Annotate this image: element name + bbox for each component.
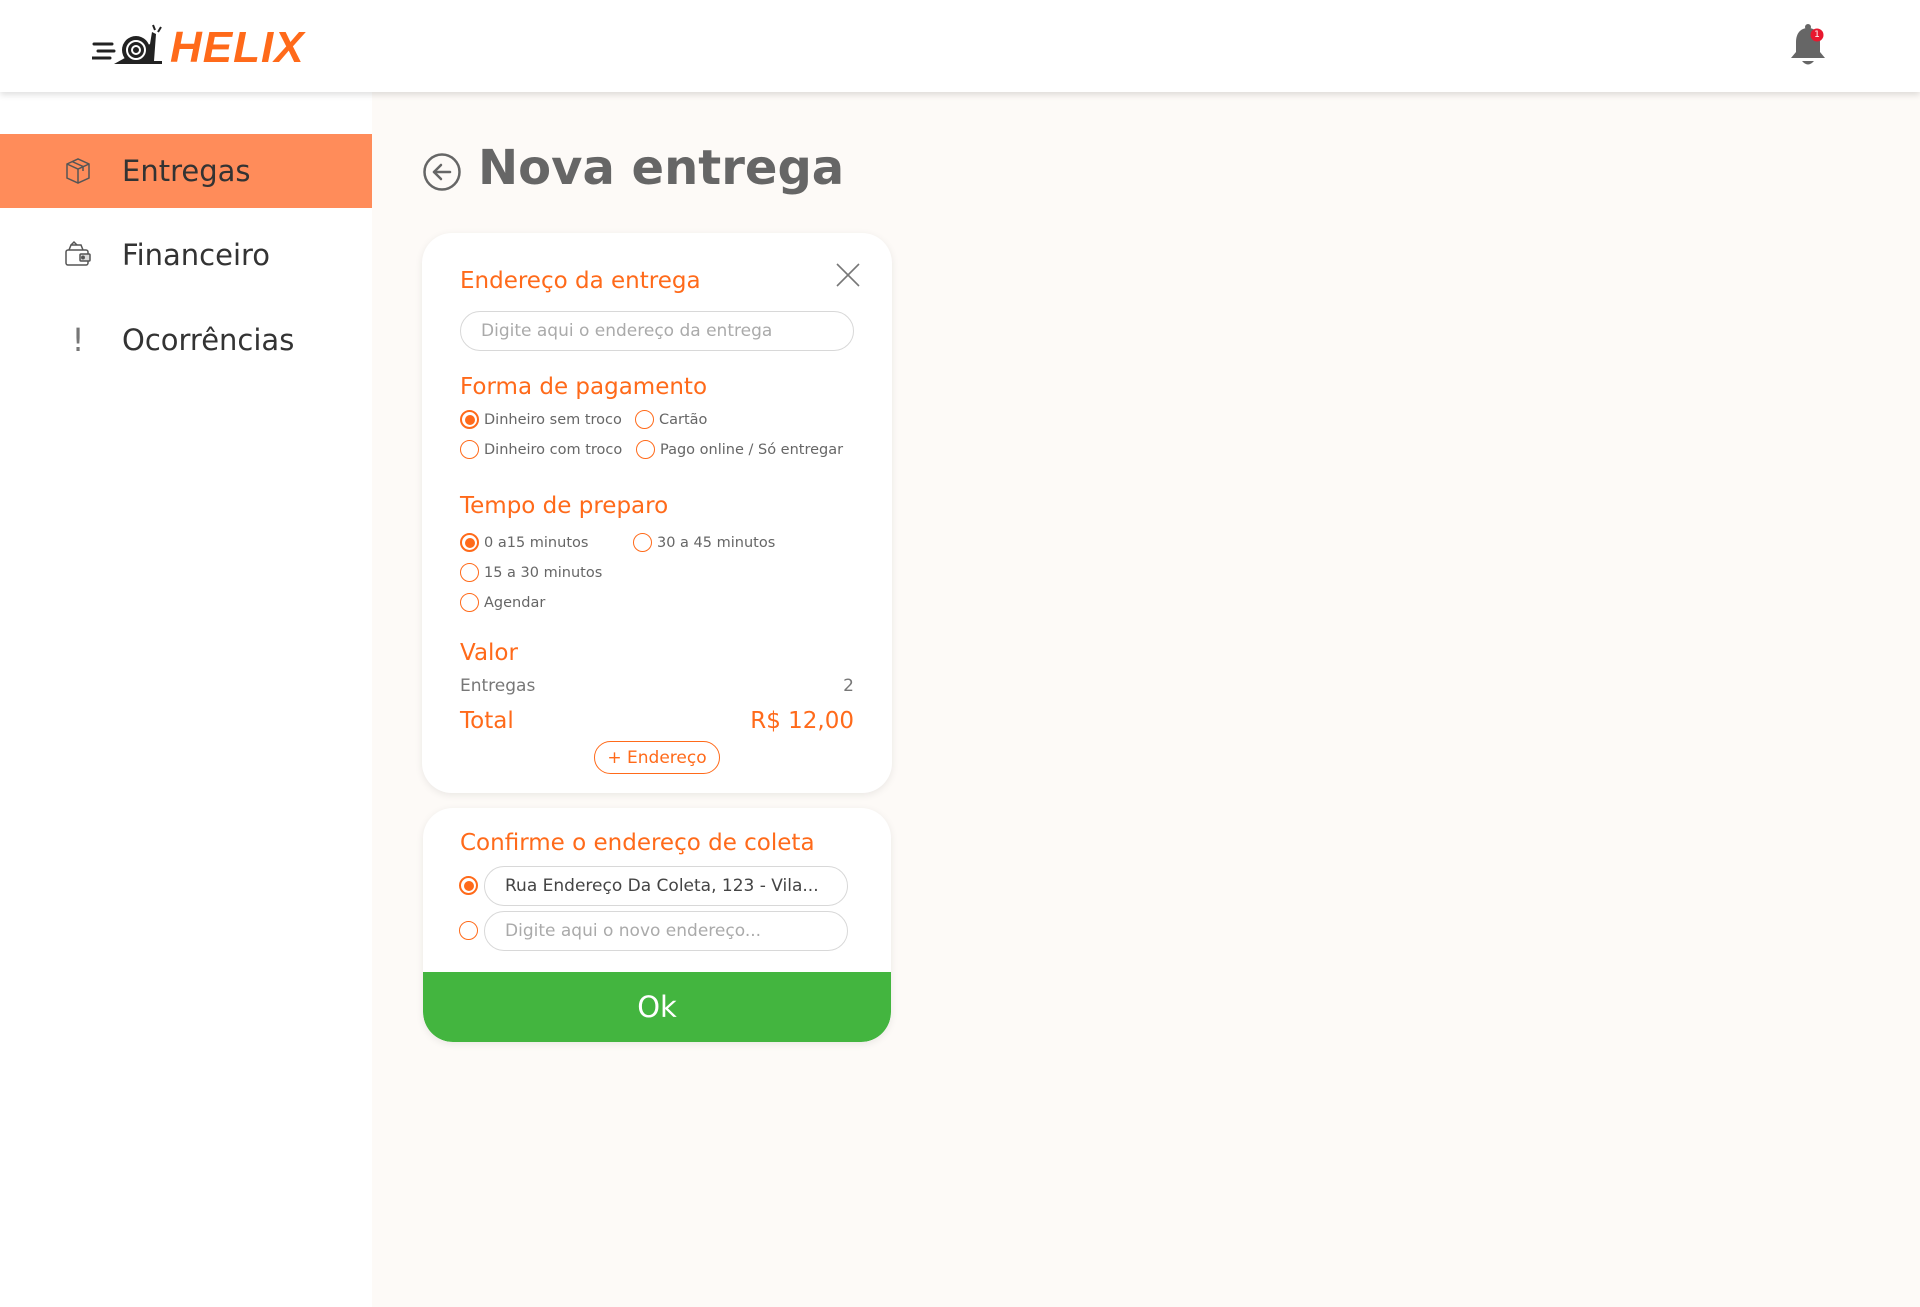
add-address-button[interactable]: + Endereço — [594, 741, 720, 774]
radio-button[interactable] — [633, 533, 652, 552]
sidebar-item-label: Ocorrências — [122, 323, 295, 357]
top-bar: HELIX 1 — [0, 0, 1920, 92]
address-section-title: Endereço da entrega — [460, 268, 701, 294]
radio-button[interactable] — [635, 410, 654, 429]
package-icon — [62, 155, 94, 187]
total-value: R$ 12,00 — [750, 708, 854, 734]
pickup-address-input[interactable] — [484, 866, 848, 906]
radio-label: 30 a 45 minutos — [657, 534, 776, 551]
pickup-section-title: Confirme o endereço de coleta — [460, 830, 815, 856]
radio-button[interactable] — [460, 410, 479, 429]
radio-label: 0 a15 minutos — [484, 534, 589, 551]
pickup-option-current[interactable] — [459, 876, 478, 895]
radio-label: Agendar — [484, 594, 546, 611]
radio-label: Pago online / Só entregar — [660, 441, 844, 458]
radio-label: Cartão — [659, 411, 708, 428]
sidebar-item-entregas[interactable]: Entregas — [0, 134, 372, 208]
delivery-form-card: Endereço da entrega Forma de pagamento D… — [422, 233, 892, 793]
pickup-option-new[interactable] — [459, 921, 478, 940]
close-icon — [836, 263, 860, 287]
snail-icon — [92, 24, 162, 64]
arrow-left-circle-icon — [423, 153, 461, 191]
radio-button[interactable] — [460, 533, 479, 552]
radio-button[interactable] — [460, 563, 479, 582]
total-label: Total — [460, 708, 514, 734]
prep-option-30-45[interactable]: 30 a 45 minutos — [633, 533, 775, 552]
payment-option-card[interactable]: Cartão — [635, 410, 707, 429]
sidebar-item-ocorrencias[interactable]: ! Ocorrências — [0, 303, 372, 377]
prep-option-15-30[interactable]: 15 a 30 minutos — [460, 563, 602, 582]
deliveries-count: 2 — [843, 676, 854, 696]
payment-option-cash-no-change[interactable]: Dinheiro sem troco — [460, 410, 622, 429]
pickup-confirm-card: Confirme o endereço de coleta Ok — [423, 808, 891, 1042]
payment-option-cash-with-change[interactable]: Dinheiro com troco — [460, 440, 622, 459]
wallet-icon — [62, 239, 94, 271]
back-button[interactable] — [422, 152, 462, 192]
radio-button[interactable] — [636, 440, 655, 459]
prep-option-0-15[interactable]: 0 a15 minutos — [460, 533, 588, 552]
notifications-button[interactable]: 1 — [1788, 22, 1828, 70]
ok-button[interactable]: Ok — [423, 972, 891, 1042]
deliveries-label: Entregas — [460, 676, 536, 696]
sidebar-item-label: Entregas — [122, 154, 251, 188]
sidebar: Entregas Financeiro ! Ocorrências — [0, 92, 372, 1307]
radio-button[interactable] — [460, 440, 479, 459]
delivery-address-input[interactable] — [460, 311, 854, 351]
logo-text: HELIX — [170, 23, 305, 72]
radio-label: 15 a 30 minutos — [484, 564, 603, 581]
sidebar-item-financeiro[interactable]: Financeiro — [0, 218, 372, 292]
payment-option-paid-online[interactable]: Pago online / Só entregar — [636, 440, 843, 459]
radio-button[interactable] — [460, 593, 479, 612]
radio-label: Dinheiro sem troco — [484, 411, 622, 428]
exclamation-icon: ! — [71, 321, 85, 359]
close-button[interactable] — [834, 261, 862, 289]
page-title: Nova entrega — [478, 140, 845, 196]
prep-time-section-title: Tempo de preparo — [460, 493, 669, 519]
notification-count: 1 — [1814, 30, 1820, 40]
radio-label: Dinheiro com troco — [484, 441, 623, 458]
prep-option-schedule[interactable]: Agendar — [460, 593, 545, 612]
new-pickup-address-input[interactable] — [484, 911, 848, 951]
radio-button[interactable] — [459, 876, 478, 895]
helix-logo[interactable]: HELIX — [92, 23, 305, 72]
value-section-title: Valor — [460, 640, 518, 666]
radio-button[interactable] — [459, 921, 478, 940]
payment-section-title: Forma de pagamento — [460, 374, 708, 400]
sidebar-item-label: Financeiro — [122, 238, 271, 272]
